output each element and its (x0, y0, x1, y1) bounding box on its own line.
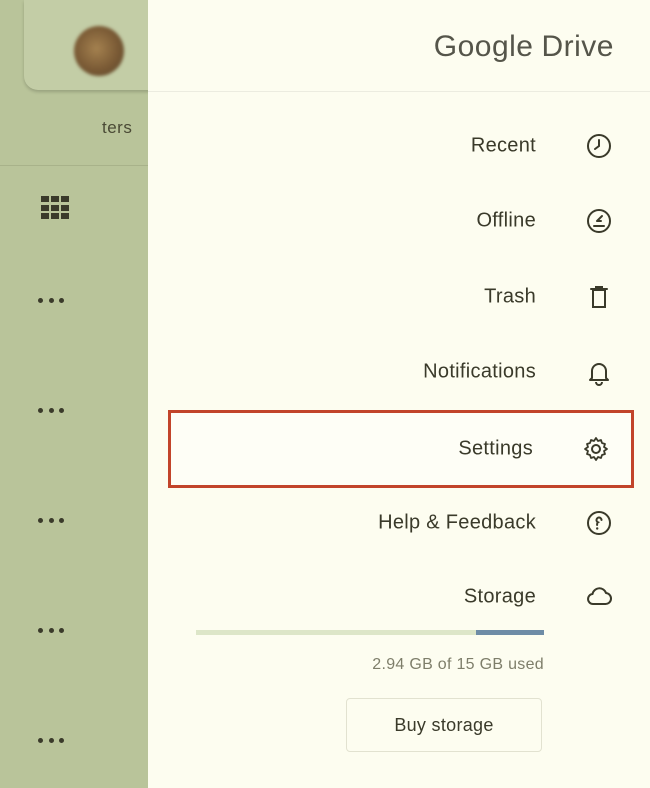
menu-item-settings[interactable]: Settings (168, 410, 634, 488)
more-horizontal-icon[interactable] (38, 296, 64, 304)
menu-item-trash[interactable]: Trash (168, 269, 634, 325)
drawer-header: Google Drive (148, 0, 650, 92)
navigation-drawer: Google Drive Recent Offline Trash Notifi… (148, 0, 650, 788)
storage-usage-fill (475, 630, 544, 635)
more-horizontal-icon[interactable] (38, 626, 64, 634)
avatar[interactable] (74, 26, 124, 76)
menu-item-help-feedback[interactable]: Help & Feedback (168, 495, 634, 551)
divider (0, 165, 150, 166)
help-icon (584, 508, 614, 538)
menu-item-notifications[interactable]: Notifications (168, 344, 634, 400)
menu-item-storage[interactable]: Storage (168, 569, 634, 625)
cloud-icon (584, 582, 614, 612)
offline-icon (584, 206, 614, 236)
menu-item-label: Storage (463, 585, 536, 608)
menu-item-label: Help & Feedback (378, 511, 536, 534)
menu-item-label: Trash (484, 285, 536, 308)
filter-chip-label[interactable]: ters (102, 118, 132, 138)
storage-usage-bar (196, 630, 544, 635)
brand-word-drive: Drive (541, 30, 614, 63)
more-horizontal-icon[interactable] (38, 516, 64, 524)
app-brand: Google Drive (434, 30, 614, 64)
gear-icon (581, 434, 611, 464)
menu-item-label: Offline (476, 209, 536, 232)
clock-icon (584, 131, 614, 161)
storage-usage-text: 2.94 GB of 15 GB used (372, 656, 544, 673)
menu-item-offline[interactable]: Offline (168, 193, 634, 249)
more-horizontal-icon[interactable] (38, 736, 64, 744)
more-horizontal-icon[interactable] (38, 406, 64, 414)
menu-item-label: Recent (470, 134, 536, 157)
buy-storage-button[interactable]: Buy storage (346, 698, 542, 752)
menu-item-label: Notifications (423, 360, 536, 383)
trash-icon (584, 282, 614, 312)
menu-item-recent[interactable]: Recent (168, 118, 634, 174)
menu-item-label: Settings (458, 437, 533, 460)
bell-icon (584, 357, 614, 387)
brand-word-google: Google (433, 30, 534, 63)
grid-view-icon[interactable] (41, 196, 71, 220)
